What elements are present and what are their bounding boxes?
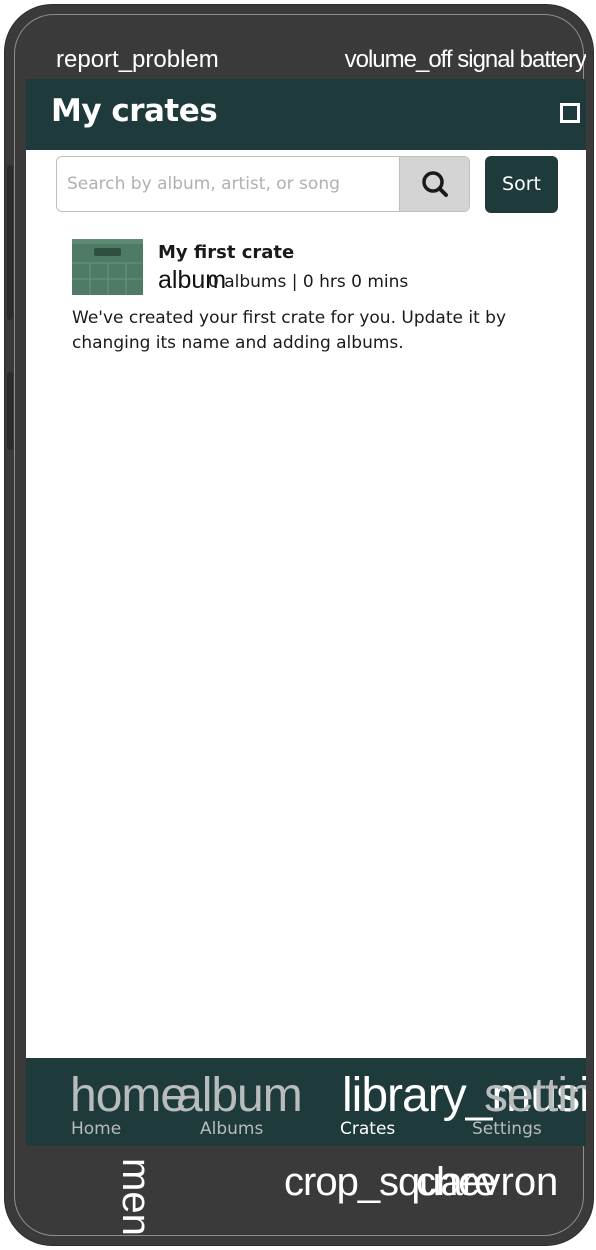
app-bar: My crates <box>26 79 586 150</box>
nav-label-home: Home <box>71 1119 122 1139</box>
status-icons: volume_off signal battery <box>344 46 586 73</box>
power-button <box>7 372 13 450</box>
status-bar: report_problem volume_off signal battery <box>26 40 586 80</box>
crate-description: We've created your first crate for you. … <box>72 308 506 353</box>
crate-image <box>72 239 143 295</box>
chevron-icon[interactable]: chevron <box>416 1160 558 1205</box>
menu-icon[interactable]: menu <box>113 1158 158 1236</box>
report-problem-icon: report_problem <box>56 46 219 73</box>
nav-label-albums: Albums <box>200 1119 264 1139</box>
main-content: Sort My first crate album 0 albums | 0 h… <box>26 150 586 1058</box>
nav-label-settings: Settings <box>472 1119 542 1139</box>
crate-meta: 0 albums | 0 hrs 0 mins <box>208 272 409 292</box>
search-bar <box>56 156 470 212</box>
home-icon: home <box>70 1069 187 1122</box>
crate-name: My first crate <box>158 242 295 263</box>
bottom-nav: home Home album Albums library_music Cra… <box>26 1058 586 1146</box>
sort-button[interactable]: Sort <box>485 156 558 213</box>
search-button[interactable] <box>399 157 469 211</box>
crop-square-icon[interactable] <box>560 103 580 123</box>
system-nav-bar: menu crop_square chevron <box>26 1146 586 1236</box>
nav-label-crates: Crates <box>340 1119 396 1139</box>
search-icon <box>422 171 448 197</box>
page-title: My crates <box>51 93 218 129</box>
volume-button <box>7 165 13 320</box>
settings-icon: settings <box>484 1069 586 1122</box>
search-input[interactable] <box>57 157 399 211</box>
album-icon: album <box>176 1069 303 1122</box>
